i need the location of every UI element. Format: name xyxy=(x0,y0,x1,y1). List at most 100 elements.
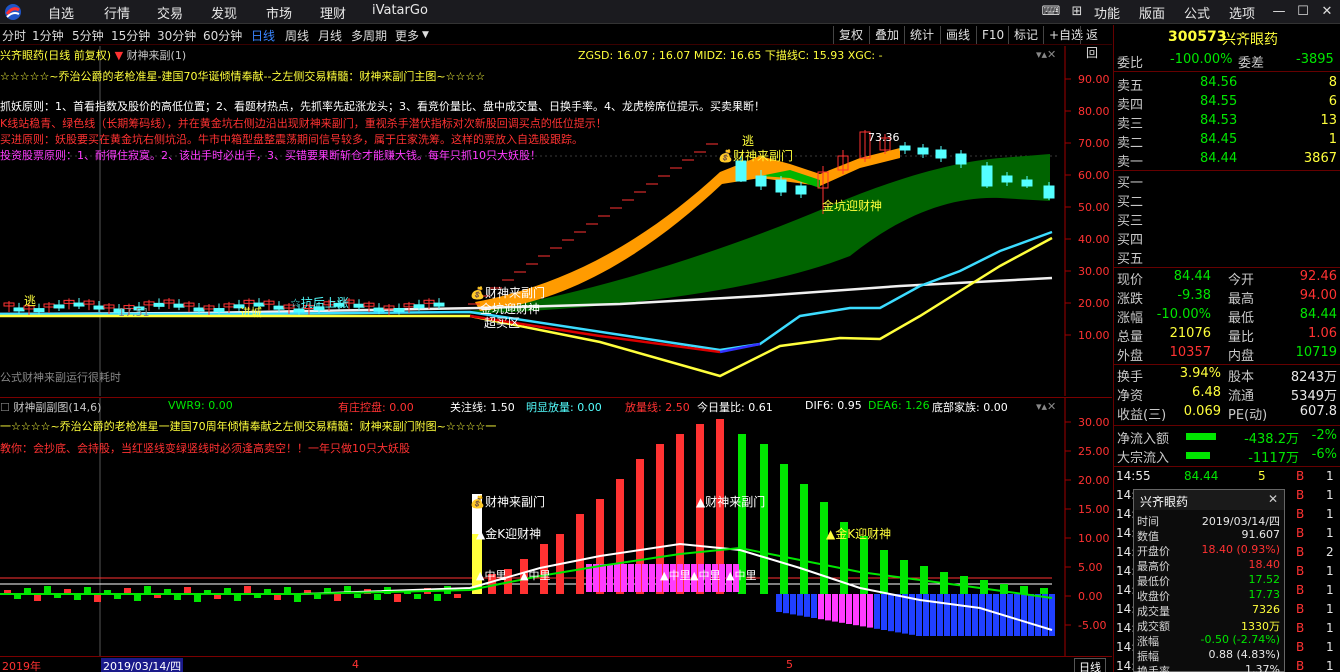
btn-back[interactable]: 返回 xyxy=(1080,26,1112,60)
minimize-icon[interactable]: — xyxy=(1268,2,1290,22)
sub-annotation-zhong-1: ▲中里 xyxy=(476,569,507,582)
data-tooltip-window[interactable]: 兴齐眼药 ✕ 时间 2019/03/14/四 数值 91.607 开盘价 18.40 (0… xyxy=(1133,489,1285,672)
green-volume-bar xyxy=(1040,588,1048,594)
sub-tick-label: 10.00 xyxy=(1078,532,1110,545)
sub-chart-controls[interactable]: ▾▴✕ xyxy=(1036,400,1056,413)
keyboard-icon[interactable]: ⌨ xyxy=(1040,2,1062,22)
menu-hangqing[interactable]: 行情 xyxy=(104,3,130,22)
sub-indicator-chart[interactable]: 30.00 25.00 20.00 15.00 10.00 5.00 0.00 -5.00 ☐… xyxy=(0,397,1112,656)
stock-name: 兴齐眼药 xyxy=(1222,32,1278,48)
popup-title: 兴齐眼药 xyxy=(1140,495,1189,509)
popup-row: 收盘价 17.73 xyxy=(1137,588,1280,603)
sub-tick-label: 0.00 xyxy=(1078,590,1103,603)
date-label-year: 2019年 xyxy=(2,660,41,672)
tf-daily[interactable]: 日线 xyxy=(251,27,275,44)
menu-ivatargo[interactable]: iVatarGo xyxy=(372,3,428,18)
sub-close-icon[interactable]: ☐ xyxy=(0,401,10,414)
menu-gongshi[interactable]: 公式 xyxy=(1184,3,1210,22)
small-bar xyxy=(134,594,141,601)
sub-field-0: 有庄控盘: 0.00 xyxy=(338,401,414,414)
annotation-jincheng: 进城 xyxy=(240,306,262,319)
share-row-1: 净资 6.48 流通 5349万 xyxy=(1117,385,1337,404)
main-desc-line-3: K线站稳青、绿色线（长期筹码线），并在黄金坑右侧边沿出现财神来副门，重视杀手潜伏… xyxy=(0,117,607,130)
close-icon[interactable]: ✕ xyxy=(1316,2,1338,22)
tick-row[interactable]: 14:55 84.44 5 B 1 xyxy=(1112,468,1339,487)
candle-body xyxy=(1021,179,1033,187)
small-bar xyxy=(414,594,421,599)
menu-faxian[interactable]: 发现 xyxy=(211,3,237,22)
sub-tick-label: 20.00 xyxy=(1078,474,1110,487)
negative-bar xyxy=(909,594,915,635)
small-bar xyxy=(94,594,101,602)
negative-bar xyxy=(783,594,789,614)
menu-banmian[interactable]: 版面 xyxy=(1139,3,1165,22)
grid-icon[interactable]: ⊞ xyxy=(1066,2,1088,22)
sub-indicator-name[interactable]: 财神副副图(14,6) xyxy=(13,401,101,414)
candle-body xyxy=(353,303,365,308)
negative-bar xyxy=(790,594,796,615)
btn-biaoji[interactable]: 标记 xyxy=(1008,26,1043,44)
main-kline-chart[interactable]: 90.00 80.00 70.00 60.00 50.00 40.00 30.00 20.00… xyxy=(0,46,1112,396)
menu-gongneng[interactable]: 功能 xyxy=(1094,3,1120,22)
tf-60min[interactable]: 60分钟 xyxy=(203,27,242,44)
tf-30min[interactable]: 30分钟 xyxy=(157,27,196,44)
main-desc-line-1: ☆☆☆☆☆~乔治公爵的老枪准星-建国70华诞倾情奉献--之左侧交易精髓：财神来副… xyxy=(0,70,486,83)
negative-bar xyxy=(860,594,866,627)
tf-monthly[interactable]: 月线 xyxy=(318,27,342,44)
popup-header[interactable]: 兴齐眼药 ✕ xyxy=(1134,490,1284,510)
indicator-name[interactable]: 财神来副(1) xyxy=(127,49,187,62)
btn-f10[interactable]: F10 xyxy=(976,26,1009,44)
btn-tongji[interactable]: 统计 xyxy=(904,26,939,44)
green-volume-bar xyxy=(860,536,868,594)
small-bar xyxy=(334,594,341,601)
negative-bar xyxy=(804,594,810,617)
sub-annotation-zhong-5: ▲中里 xyxy=(726,569,757,582)
btn-fuquan[interactable]: 复权 xyxy=(833,26,868,44)
btn-huaxian[interactable]: 画线 xyxy=(940,26,975,44)
negative-bar xyxy=(930,594,936,636)
price-tick-label: 20.00 xyxy=(1078,297,1110,310)
share-row-2: 收益(三) 0.069 PE(动) 607.8 xyxy=(1117,404,1337,423)
small-bar xyxy=(294,594,301,602)
menu-zixuan[interactable]: 自选 xyxy=(48,3,74,22)
negative-bar xyxy=(958,594,964,636)
sub-annotation-zhong-3: ▲中里 xyxy=(660,569,691,582)
tf-more[interactable]: 更多 xyxy=(395,27,419,44)
menu-jiaoyi[interactable]: 交易 xyxy=(157,3,183,22)
tf-multi[interactable]: 多周期 xyxy=(351,27,387,44)
popup-close-icon[interactable]: ✕ xyxy=(1268,492,1278,506)
magenta-bar xyxy=(628,564,634,592)
maximize-icon[interactable]: ☐ xyxy=(1292,2,1314,22)
tf-5min[interactable]: 5分钟 xyxy=(72,27,104,44)
negative-bar xyxy=(846,594,852,624)
btn-diejia[interactable]: 叠加 xyxy=(869,26,904,44)
candle-body xyxy=(899,145,911,151)
sub-vwr: VWR9: 0.00 xyxy=(168,399,233,412)
tf-fenshi[interactable]: 分时 xyxy=(2,27,26,44)
period-label[interactable]: 日线 xyxy=(1074,658,1106,672)
candle-body xyxy=(193,307,205,312)
menu-shichang[interactable]: 市场 xyxy=(266,3,292,22)
price-tick-label: 80.00 xyxy=(1078,105,1110,118)
negative-bar xyxy=(902,594,908,634)
menu-xuanxiang[interactable]: 选项 xyxy=(1229,3,1255,22)
buy-level-4: 买四 xyxy=(1117,233,1144,248)
timeframe-bar: 分时 1分钟 5分钟 15分钟 30分钟 60分钟 日线 周线 月线 多周期 更… xyxy=(0,25,1112,60)
tf-15min[interactable]: 15分钟 xyxy=(111,27,150,44)
price-tick-label: 50.00 xyxy=(1078,201,1110,214)
small-bar xyxy=(244,586,251,594)
stock-code: 300573 xyxy=(1168,29,1227,45)
date-axis: 2019年 2019/03/14/四 4 5 日线 xyxy=(0,656,1112,672)
negative-bar xyxy=(944,594,950,636)
tf-weekly[interactable]: 周线 xyxy=(285,27,309,44)
more-dropdown-icon[interactable]: ▼ xyxy=(422,30,429,40)
candle-body xyxy=(775,179,787,193)
menu-licai[interactable]: 理财 xyxy=(320,3,346,22)
negative-bar xyxy=(818,594,824,620)
chart-controls[interactable]: ▾▴✕ xyxy=(1036,48,1056,61)
small-bar xyxy=(354,594,361,598)
buy-level-3: 买三 xyxy=(1117,214,1144,229)
indicator-dropdown-icon[interactable]: ▼ xyxy=(115,49,123,62)
sub-annotation-zhong-4: ▲中里 xyxy=(690,569,721,582)
tf-1min[interactable]: 1分钟 xyxy=(32,27,64,44)
